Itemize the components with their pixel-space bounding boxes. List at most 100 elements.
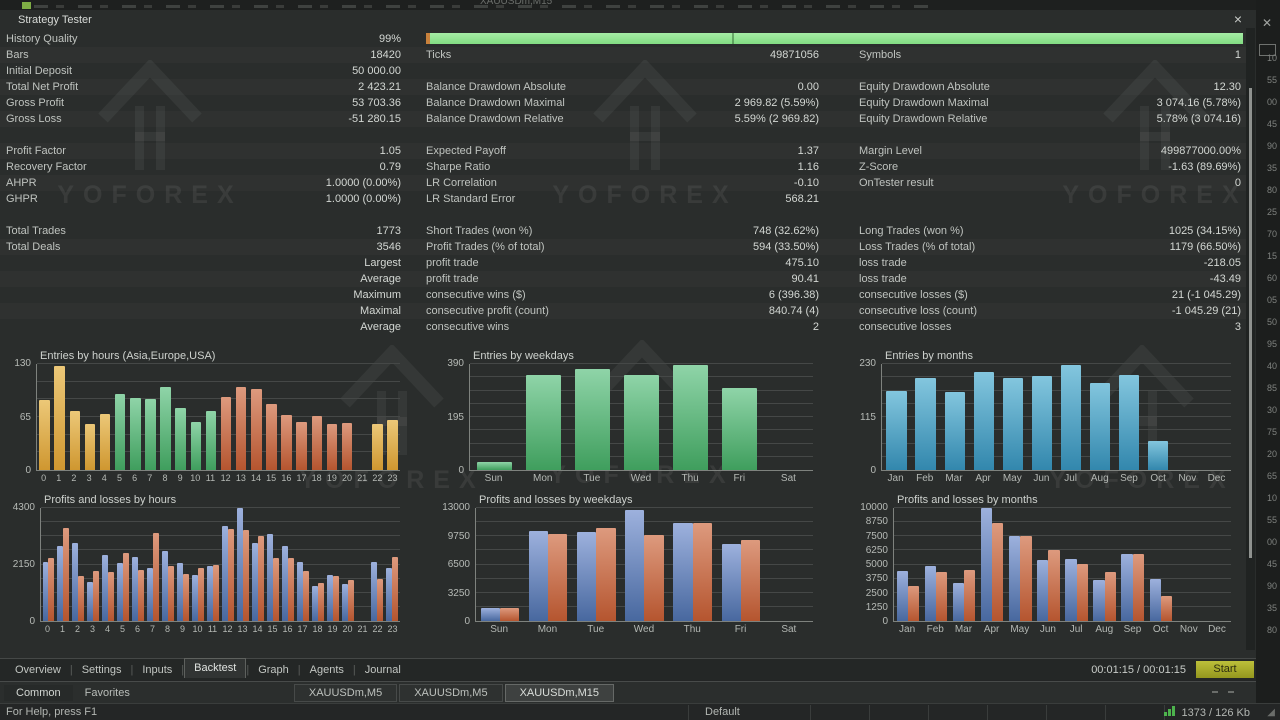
price-scale-value: 25 [1267,208,1277,217]
stat-value [236,127,401,143]
bar [722,388,756,470]
x-axis-label: Nov [1173,473,1202,484]
x-axis-label: Nov [1175,624,1203,635]
x-axis-label: 2 [66,473,81,483]
x-axis-label: 21 [355,624,370,634]
y-axis-tick: 0 [464,617,470,627]
x-axis-label: Fri [715,473,764,484]
subwindow-close-icon[interactable]: ✕ [1262,16,1272,30]
tester-scrollbar-thumb[interactable] [1249,88,1252,558]
chart-title: Entries by months [885,350,1233,364]
bar [288,558,294,621]
toolbox-tab-favorites[interactable]: Favorites [73,685,142,701]
x-axis-label: 4 [97,473,112,483]
stat-value: -51 280.15 [236,111,401,127]
bar [312,416,323,470]
stat-label: consecutive wins ($) [426,287,641,303]
stat-value: 1.37 [641,143,819,159]
bar [673,365,707,470]
x-axis-label: 19 [324,473,339,483]
stat-value: -1 045.29 (21) [1051,303,1241,319]
stat-label: Expected Payoff [426,143,641,159]
x-axis-label: Jul [1056,473,1085,484]
stat-label [6,255,236,271]
stat-row: Gross Loss-51 280.15Balance Drawdown Rel… [0,111,1246,127]
panel-title: Strategy Tester [18,14,92,26]
x-axis-label: Aug [1090,624,1118,635]
x-axis-label: 17 [294,473,309,483]
stat-value: 2 423.21 [236,79,401,95]
stat-label: Initial Deposit [6,63,236,79]
bar [108,572,114,621]
x-axis-label: 23 [385,624,400,634]
x-axis-label: 19 [325,624,340,634]
screen: XAUUSDm,M15 ✕ ✕ 105500459035802570156005… [0,0,1280,720]
plot-area [36,364,400,471]
plot-area [475,508,813,622]
chart-tab-0[interactable]: XAUUSDm,M5 [294,684,397,702]
bar [596,528,615,621]
price-scale-value: 40 [1267,362,1277,371]
tab-journal[interactable]: Journal [356,662,410,678]
stat-label: Balance Drawdown Absolute [426,79,641,95]
y-axis-tick: 390 [447,359,464,369]
backtest-timer: 00:01:15 / 00:01:15 [1091,664,1186,676]
y-axis-tick: 130 [14,359,31,369]
tab-backtest[interactable]: Backtest [184,658,246,678]
bar [183,574,189,621]
y-axis-tick: 2500 [866,589,888,599]
price-scale-value: 60 [1267,274,1277,283]
stat-value: 0 [1051,175,1241,191]
price-scale-value: 10 [1267,494,1277,503]
status-profile[interactable]: Default [705,706,740,718]
price-scale-value: 90 [1267,582,1277,591]
bar [981,508,992,621]
y-axis-tick: 0 [870,466,876,476]
price-scale-value: 15 [1267,252,1277,261]
bar [342,423,353,470]
strategy-tester-panel: Strategy Tester × YOFOREX YOFOREX YOFORE… [0,10,1256,658]
stat-label [859,63,1051,79]
stat-value [641,207,819,223]
x-axis-label: 2 [70,624,85,634]
tab-settings[interactable]: Settings [73,662,131,678]
x-axis-label: 10 [190,624,205,634]
x-axis-label: Oct [1144,473,1173,484]
chart-tab-1[interactable]: XAUUSDm,M5 [399,684,502,702]
bar [312,586,318,621]
bar [477,462,511,470]
bar [500,608,519,621]
start-button[interactable]: Start [1196,661,1254,678]
background-price-scale: ✕ 10550045903580257015600550954085307520… [1256,0,1280,720]
tab-inputs[interactable]: Inputs [133,662,181,678]
stat-label: Total Trades [6,223,236,239]
x-axis-label: Mon [518,473,567,484]
toolbox-tab-common[interactable]: Common [4,685,73,701]
bar [273,558,279,621]
bar [348,580,354,621]
price-scale-value: 45 [1267,120,1277,129]
tab-agents[interactable]: Agents [301,662,353,678]
stat-value: -218.05 [1051,255,1241,271]
stat-label: Ticks [426,47,641,63]
panel-close-icon[interactable]: × [1234,11,1242,27]
x-axis-label: 1 [55,624,70,634]
price-scale-value: 95 [1267,340,1277,349]
chart-pl-by-months: Profits and losses by months100008750750… [855,494,1233,650]
chart-tab-2[interactable]: XAUUSDm,M15 [505,684,614,702]
bar [1061,365,1081,470]
stat-row: Initial Deposit50 000.00 [0,63,1246,79]
tab-graph[interactable]: Graph [249,662,298,678]
x-axis-label: Sat [764,473,813,484]
bar [529,531,548,621]
x-axis-label: Sep [1114,473,1143,484]
stat-row: GHPR1.0000 (0.00%)LR Standard Error568.2… [0,191,1246,207]
stat-row [0,207,1246,223]
stat-label: consecutive loss (count) [859,303,1051,319]
bar [1161,596,1172,621]
y-axis-tick: 0 [882,617,888,627]
tab-overview[interactable]: Overview [6,662,70,678]
price-scale-value: 55 [1267,516,1277,525]
stat-label [6,127,236,143]
bar [70,411,81,470]
